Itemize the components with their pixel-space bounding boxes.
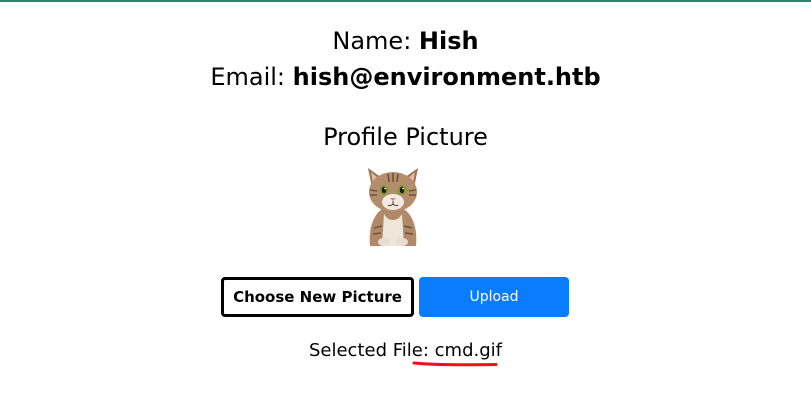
profile-page: Name: Hish Email: hish@environment.htb P… [0,0,811,407]
red-underline-annotation [412,361,498,367]
upload-button[interactable]: Upload [419,277,569,317]
email-row: Email: hish@environment.htb [0,62,811,92]
name-row: Name: Hish [0,26,811,56]
profile-picture-heading: Profile Picture [323,123,488,151]
name-label: Name: [332,27,412,55]
selected-file-name: cmd.gif [434,340,502,361]
email-label: Email: [210,63,285,91]
selected-file-row: Selected File: cmd.gif [0,339,811,363]
selected-file-label: Selected File: [308,340,429,361]
choose-picture-button[interactable]: Choose New Picture [221,277,414,317]
email-value: hish@environment.htb [292,63,601,91]
name-value: Hish [418,27,479,55]
profile-picture-cat [368,168,418,246]
